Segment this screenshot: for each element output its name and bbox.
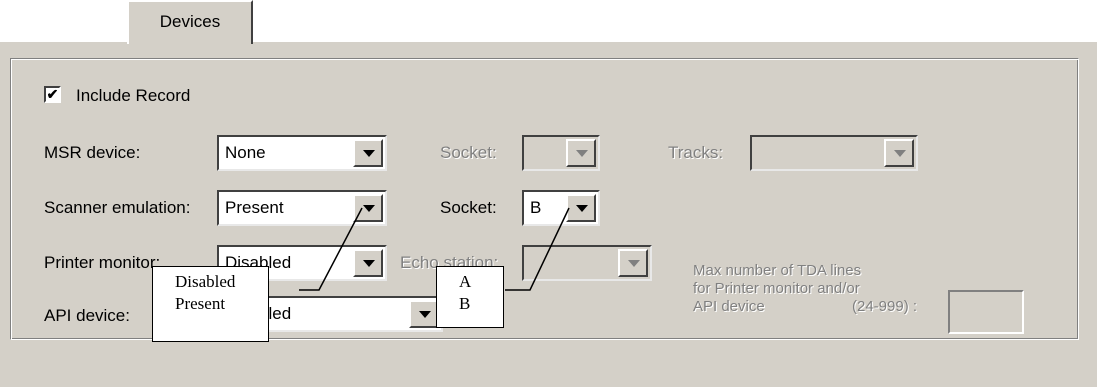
annotation-socket-options: A B [436,266,504,328]
annotation-scanner-option-1: Disabled [175,272,236,291]
annotation-socket-option-1: A [459,272,472,291]
annotation-scanner-option-2: Present [175,294,226,313]
annotation-scanner-options: Disabled Present [152,266,269,342]
annotation-socket-option-2: B [459,294,471,313]
